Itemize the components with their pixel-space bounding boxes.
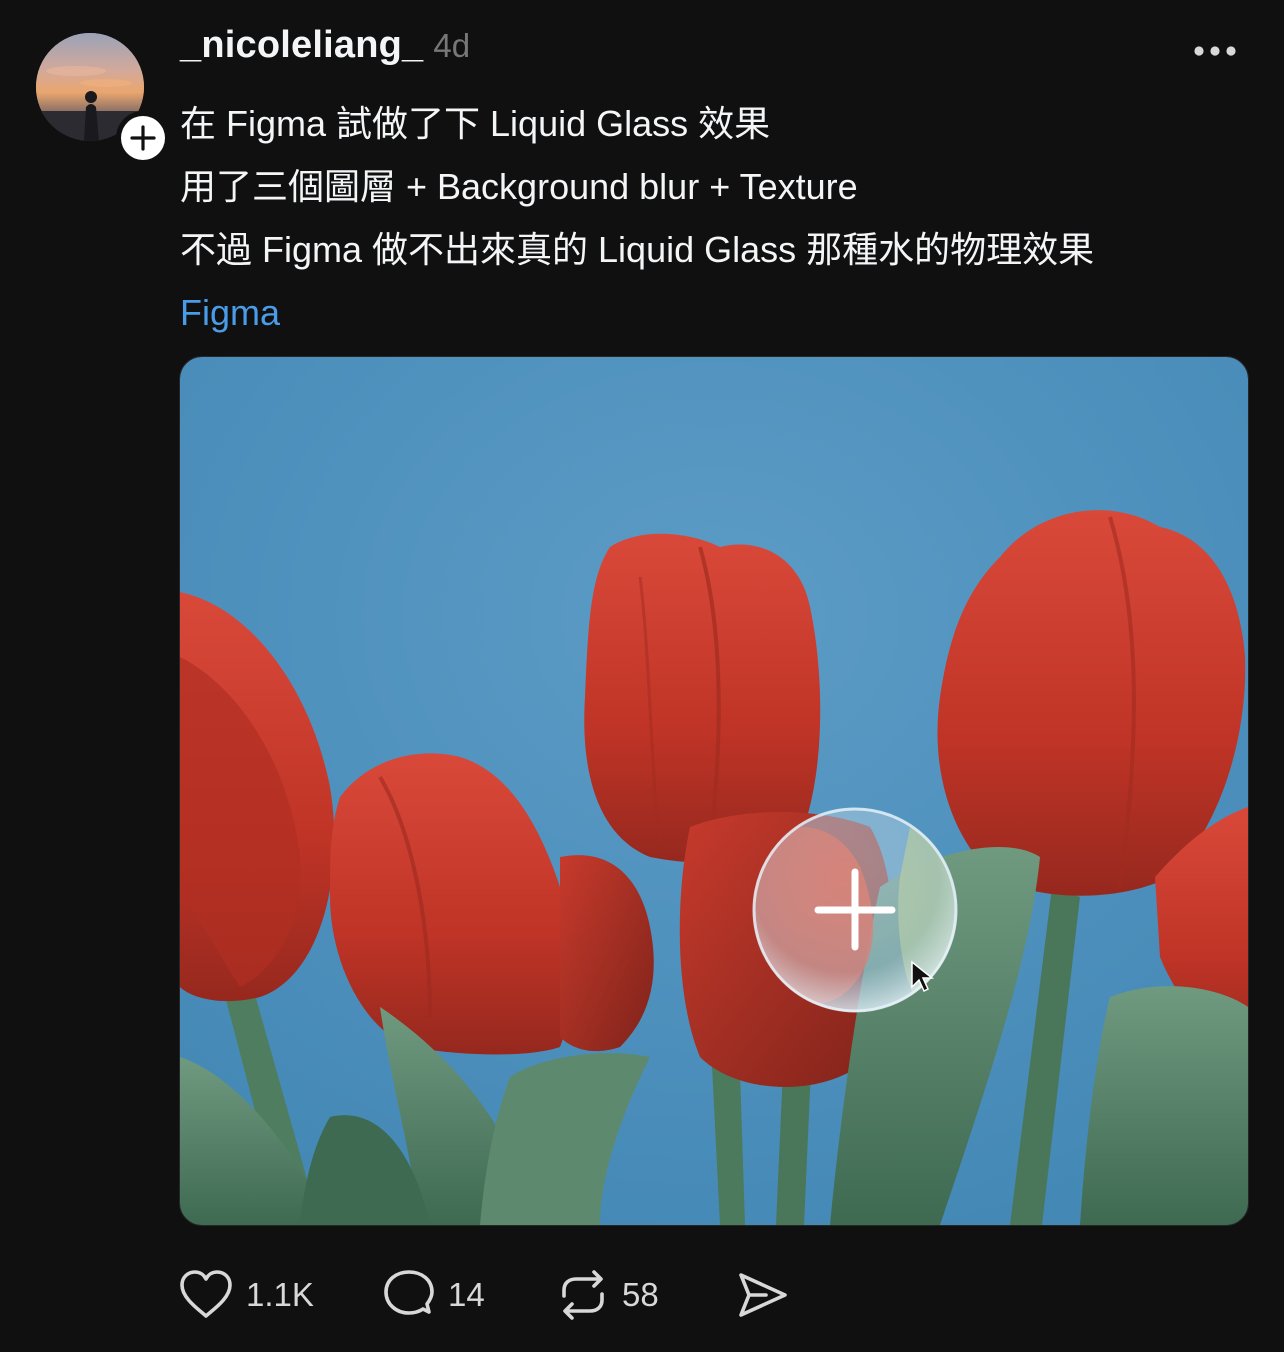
repost-count: 58 [622, 1276, 659, 1313]
like-button[interactable]: 1.1K [178, 1264, 314, 1326]
like-count: 1.1K [246, 1276, 314, 1313]
post-image[interactable] [179, 356, 1249, 1226]
post-text-line-2: 用了三個圖層 + Background blur + Texture [180, 166, 858, 207]
avatar-container[interactable] [36, 33, 170, 165]
post-timestamp[interactable]: 4d [433, 27, 470, 65]
post-actions-bar: 1.1K 14 58 [178, 1264, 818, 1326]
topic-tag-link[interactable]: Figma [180, 281, 1240, 344]
thread-post: _nicoleliang_ 4d 在 Figma 試做了下 Liquid Gla… [0, 0, 1284, 1352]
post-body: 在 Figma 試做了下 Liquid Glass 效果 用了三個圖層 + Ba… [180, 92, 1240, 344]
comment-icon [384, 1270, 434, 1315]
send-icon [739, 1273, 787, 1317]
follow-button-circle[interactable] [121, 116, 165, 160]
repost-button[interactable]: 58 [556, 1264, 659, 1326]
username[interactable]: _nicoleliang_ [180, 24, 423, 67]
follow-button[interactable] [116, 111, 170, 165]
reply-button[interactable]: 14 [382, 1264, 485, 1326]
post-text-line-3: 不過 Figma 做不出來真的 Liquid Glass 那種水的物理效果 [180, 229, 1095, 270]
reply-count: 14 [448, 1276, 485, 1313]
post-header: _nicoleliang_ 4d [180, 24, 470, 80]
plus-icon [130, 125, 156, 151]
repost-icon [562, 1270, 604, 1320]
more-options-button[interactable] [1190, 38, 1240, 64]
share-button[interactable] [736, 1264, 790, 1326]
more-horizontal-icon [1194, 46, 1236, 56]
post-text-line-1: 在 Figma 試做了下 Liquid Glass 效果 [180, 103, 771, 144]
tulip-photo-with-liquid-glass-button [180, 357, 1248, 1225]
heart-icon [180, 1270, 232, 1318]
